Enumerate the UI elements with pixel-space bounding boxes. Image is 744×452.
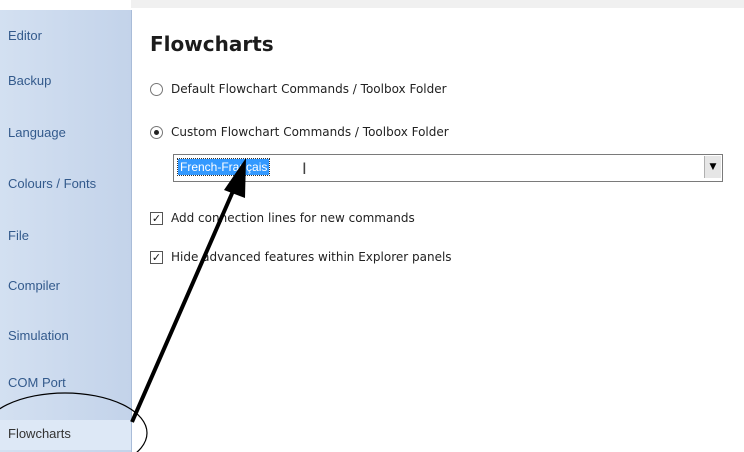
annotation-overlay <box>0 158 246 452</box>
annotation-arrow-shaft <box>130 181 239 423</box>
annotation-circle <box>0 392 148 452</box>
annotation-arrowhead <box>224 158 246 198</box>
